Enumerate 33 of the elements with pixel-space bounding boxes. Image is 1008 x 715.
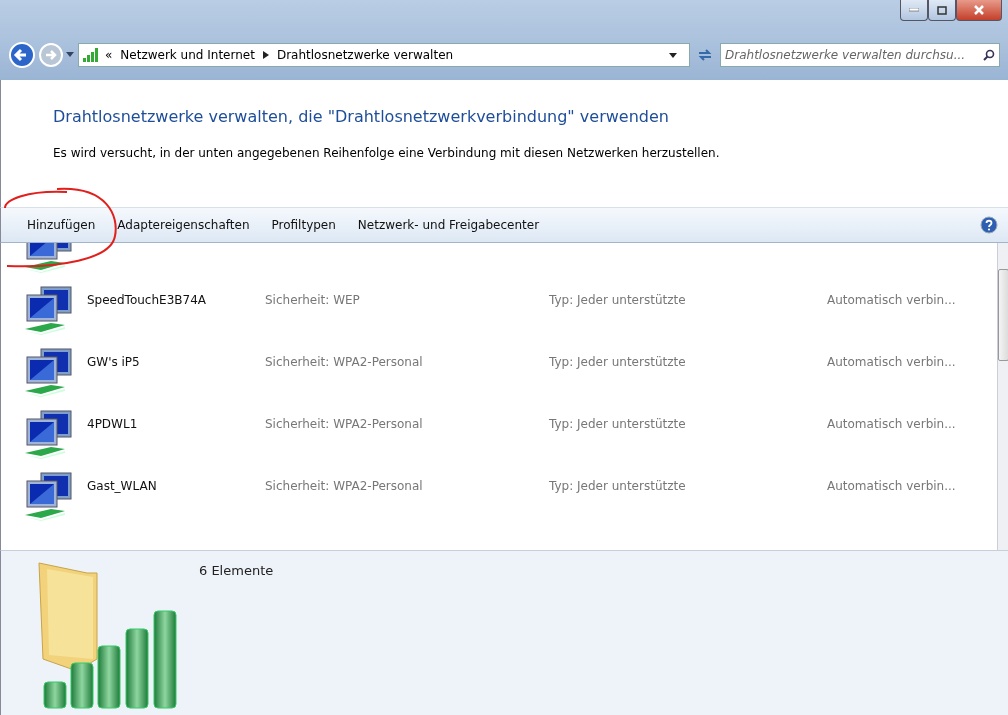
security-label: Sicherheit: WEP	[265, 293, 361, 307]
toolbar-button[interactable]: Profiltypen	[265, 214, 342, 236]
network-row[interactable]: 4PDWL1 Sicherheit: WPA2-Personal Typ: Jeder unterstützte Automatisch verbin...	[1, 401, 997, 463]
connection-mode: Automatisch verbin...	[827, 417, 957, 431]
search-placeholder: Drahtlosnetzwerke verwalten durchsu...	[725, 48, 966, 62]
security-label: Sicherheit: WPA2-Personal	[265, 479, 424, 493]
type-label: Typ: Jeder unterstützte	[549, 293, 687, 307]
connection-mode: Automatisch verbin...	[827, 479, 957, 493]
page-description: Es wird versucht, in der unten angegebenen Reihenfolge eine Verbindung mit diesen Netzwerken herzustellen.	[53, 146, 721, 160]
item-count: 6 Elemente	[199, 563, 274, 580]
network-name: Gast_WLAN	[87, 479, 158, 493]
security-label: Sicherheit: WPA2-Personal	[265, 355, 424, 369]
connection-mode: Automatisch verbin...	[827, 355, 957, 369]
connection-mode: Automatisch verbin...	[827, 293, 957, 307]
page-title: Drahtlosnetzwerke verwalten, die "Drahtlosnetzwerkverbindung" verwenden	[53, 106, 670, 126]
type-label: Typ: Jeder unterstützte	[549, 355, 687, 369]
network-name: GW's iP5	[87, 355, 141, 369]
network-name: 4PDWL1	[87, 417, 139, 431]
address-bar[interactable]: « Netzwerk und Internet Drahtlosnetzwerke verwalten	[78, 43, 690, 67]
toolbar-button[interactable]: Netzwerk- und Freigabecenter	[351, 214, 546, 236]
network-row[interactable]: Gast_WLAN Sicherheit: WPA2-Personal Typ: Jeder unterstützte Automatisch verbin...	[1, 463, 997, 525]
network-row[interactable]: GW's iP5 Sicherheit: WPA2-Personal Typ: Jeder unterstützte Automatisch verbin...	[1, 339, 997, 401]
breadcrumb[interactable]: Drahtlosnetzwerke verwalten	[276, 48, 454, 62]
breadcrumb[interactable]: Netzwerk und Internet	[120, 48, 255, 62]
toolbar-button[interactable]: Hinzufügen	[21, 214, 102, 236]
type-label: Typ: Jeder unterstützte	[549, 479, 687, 493]
type-label: Typ: Jeder unterstützte	[549, 417, 687, 431]
security-label: Sicherheit: WPA2-Personal	[265, 417, 424, 431]
overflow-chevron[interactable]: «	[105, 48, 113, 62]
network-name: SpeedTouchE3B74A	[87, 293, 207, 307]
search-field[interactable]: Drahtlosnetzwerke verwalten durchsu...	[720, 43, 1000, 67]
network-row[interactable]: SpeedTouchE3B74A Sicherheit: WEP Typ: Jeder unterstützte Automatisch verbin...	[1, 277, 997, 339]
toolbar-button[interactable]: Adaptereigenschaften	[111, 214, 256, 236]
